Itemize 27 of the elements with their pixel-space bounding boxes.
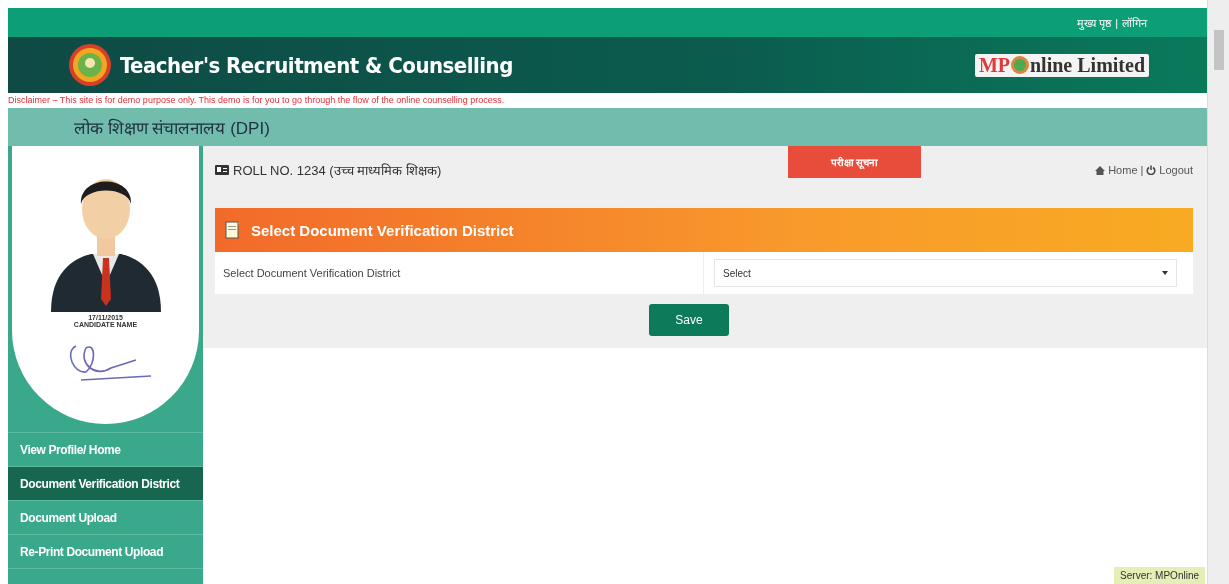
server-badge: Server: MPOnline bbox=[1114, 567, 1205, 584]
home-link[interactable]: Home bbox=[1108, 164, 1138, 176]
document-icon bbox=[225, 221, 241, 239]
site-title: Teacher's Recruitment & Counselling bbox=[120, 52, 513, 78]
top-link[interactable]: लॉगिन bbox=[1122, 15, 1147, 30]
top-link[interactable]: मुख्य पृष्ठ bbox=[1077, 15, 1112, 30]
home-icon bbox=[1095, 165, 1106, 175]
sidebar-item[interactable]: Document Upload bbox=[8, 501, 203, 535]
scrollbar[interactable] bbox=[1207, 0, 1229, 584]
save-button[interactable]: Save bbox=[649, 304, 729, 336]
department-title: लोक शिक्षण संचालनालय (DPI) bbox=[74, 117, 270, 139]
district-select[interactable]: Select bbox=[714, 259, 1177, 287]
notice-button[interactable]: परीक्षा सूचना bbox=[788, 146, 921, 178]
caret-icon bbox=[1162, 271, 1168, 275]
emblem-icon bbox=[68, 43, 112, 87]
panel-title: Select Document Verification District bbox=[251, 221, 514, 239]
roll-number: ROLL NO. 1234 (उच्च माध्यमिक शिक्षक) bbox=[233, 162, 442, 179]
logout-link[interactable]: Logout bbox=[1159, 164, 1193, 176]
partner-logo: MP nline Limited bbox=[974, 53, 1149, 77]
field-label: Select Document Verification District bbox=[223, 267, 401, 279]
power-icon bbox=[1146, 165, 1157, 175]
link-separator: | bbox=[1115, 16, 1118, 29]
link-separator: | bbox=[1140, 164, 1144, 176]
id-card-icon bbox=[215, 165, 229, 175]
sidebar-item[interactable]: Re-Print Document Upload bbox=[8, 535, 203, 569]
sidebar-item[interactable]: Document Verification District bbox=[8, 467, 203, 501]
disclaimer-text: Disclaimer – This site is for demo purpose only. This demo is for you to go through the flow of the online counselling process. bbox=[8, 94, 506, 107]
